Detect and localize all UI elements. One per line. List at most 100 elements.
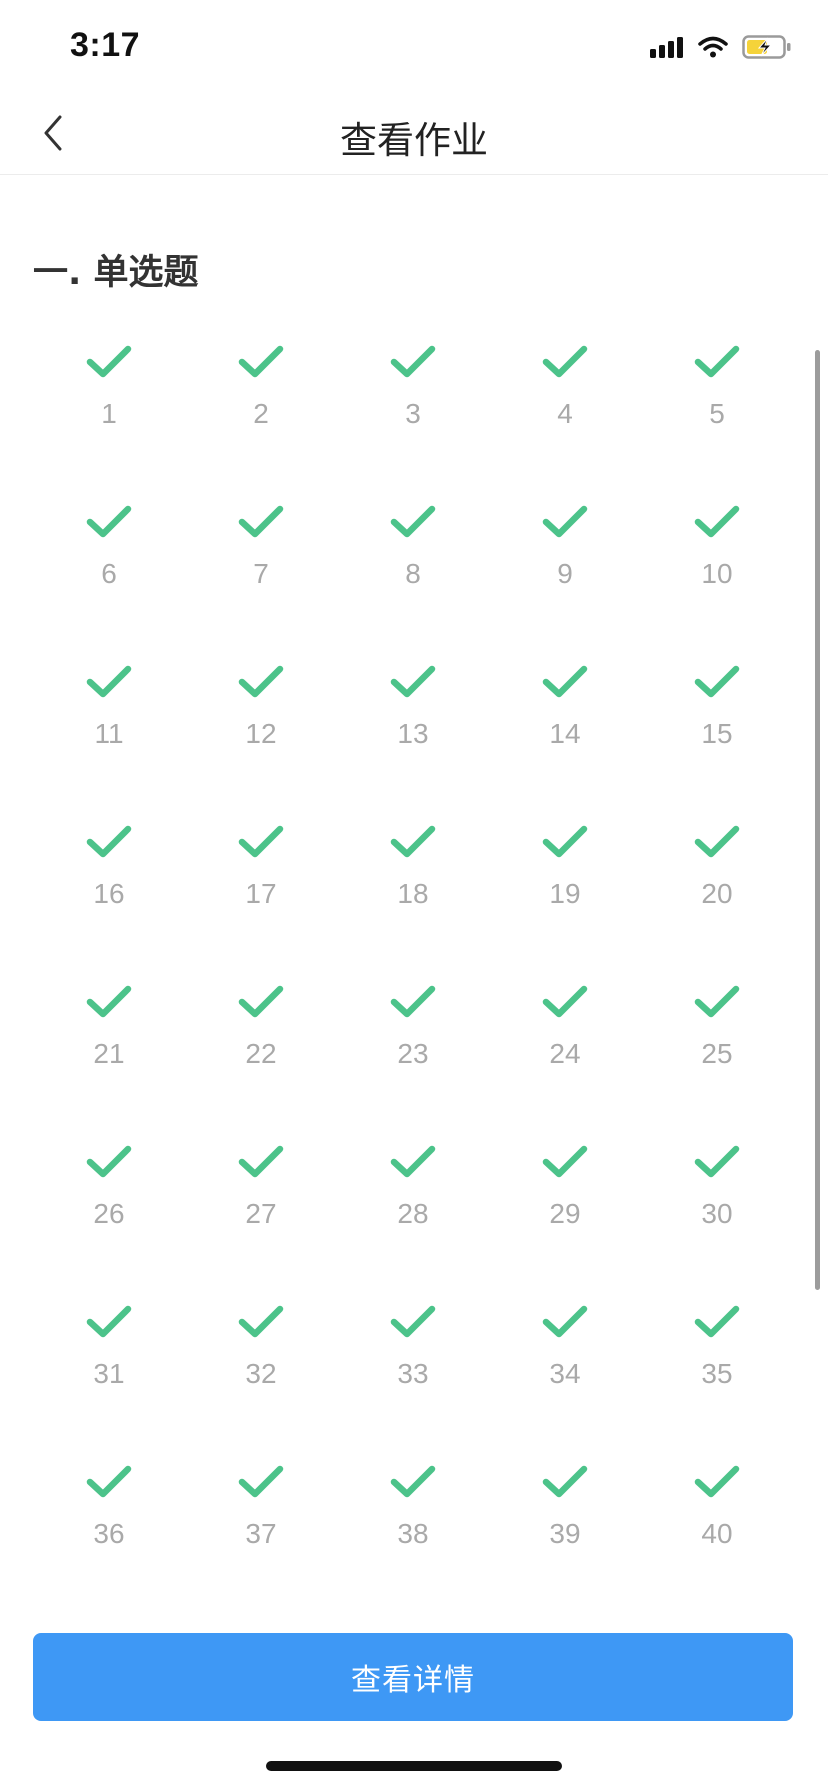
status-time: 3:17 bbox=[70, 26, 141, 64]
question-item[interactable]: 5 bbox=[641, 328, 793, 488]
battery-charging-icon bbox=[742, 35, 792, 63]
question-item[interactable]: 12 bbox=[185, 648, 337, 808]
view-details-button[interactable]: 查看详情 bbox=[33, 1633, 793, 1721]
question-item[interactable]: 14 bbox=[489, 648, 641, 808]
question-number: 17 bbox=[245, 878, 277, 909]
question-item[interactable]: 28 bbox=[337, 1128, 489, 1288]
question-item[interactable]: 35 bbox=[641, 1288, 793, 1448]
scrollbar[interactable] bbox=[815, 350, 820, 1290]
question-item[interactable]: 10 bbox=[641, 488, 793, 648]
question-item[interactable]: 24 bbox=[489, 968, 641, 1128]
checkmark-icon bbox=[541, 488, 589, 546]
cellular-signal-icon bbox=[650, 36, 684, 62]
checkmark-icon bbox=[389, 648, 437, 706]
question-item[interactable]: 4 bbox=[489, 328, 641, 488]
status-bar: 3:17 bbox=[0, 0, 828, 96]
checkmark-icon bbox=[237, 1448, 285, 1506]
checkmark-icon bbox=[389, 328, 437, 386]
checkmark-icon bbox=[237, 1128, 285, 1186]
checkmark-icon bbox=[237, 968, 285, 1026]
question-number: 29 bbox=[549, 1198, 581, 1229]
question-item[interactable]: 36 bbox=[33, 1448, 185, 1608]
question-grid: 1 2 3 4 5 6 7 8 9 10 11 12 13 14 15 16 17 18 19 20 21 22 23 24 2… bbox=[33, 328, 793, 1608]
question-item[interactable]: 34 bbox=[489, 1288, 641, 1448]
question-number: 23 bbox=[397, 1038, 429, 1069]
checkmark-icon bbox=[85, 648, 133, 706]
question-item[interactable]: 26 bbox=[33, 1128, 185, 1288]
question-item[interactable]: 32 bbox=[185, 1288, 337, 1448]
checkmark-icon bbox=[389, 1448, 437, 1506]
checkmark-icon bbox=[85, 968, 133, 1026]
question-item[interactable]: 38 bbox=[337, 1448, 489, 1608]
question-item[interactable]: 16 bbox=[33, 808, 185, 968]
question-number: 1 bbox=[101, 398, 117, 429]
question-number: 25 bbox=[701, 1038, 733, 1069]
question-item[interactable]: 33 bbox=[337, 1288, 489, 1448]
question-number: 8 bbox=[405, 558, 421, 589]
checkmark-icon bbox=[85, 328, 133, 386]
question-number: 18 bbox=[397, 878, 429, 909]
question-number: 35 bbox=[701, 1358, 733, 1389]
checkmark-icon bbox=[541, 1128, 589, 1186]
question-item[interactable]: 29 bbox=[489, 1128, 641, 1288]
question-number: 7 bbox=[253, 558, 269, 589]
question-number: 36 bbox=[93, 1518, 125, 1549]
question-number: 31 bbox=[93, 1358, 125, 1389]
question-number: 4 bbox=[557, 398, 573, 429]
question-number: 27 bbox=[245, 1198, 277, 1229]
question-number: 28 bbox=[397, 1198, 429, 1229]
checkmark-icon bbox=[85, 1448, 133, 1506]
question-item[interactable]: 22 bbox=[185, 968, 337, 1128]
checkmark-icon bbox=[389, 808, 437, 866]
question-number: 22 bbox=[245, 1038, 277, 1069]
checkmark-icon bbox=[541, 1448, 589, 1506]
checkmark-icon bbox=[541, 328, 589, 386]
question-item[interactable]: 19 bbox=[489, 808, 641, 968]
question-item[interactable]: 7 bbox=[185, 488, 337, 648]
question-number: 26 bbox=[93, 1198, 125, 1229]
question-item[interactable]: 11 bbox=[33, 648, 185, 808]
question-item[interactable]: 3 bbox=[337, 328, 489, 488]
question-item[interactable]: 31 bbox=[33, 1288, 185, 1448]
question-item[interactable]: 21 bbox=[33, 968, 185, 1128]
question-number: 5 bbox=[709, 398, 725, 429]
question-number: 6 bbox=[101, 558, 117, 589]
question-item[interactable]: 40 bbox=[641, 1448, 793, 1608]
question-item[interactable]: 2 bbox=[185, 328, 337, 488]
checkmark-icon bbox=[389, 1288, 437, 1346]
nav-bar: 查看作业 bbox=[0, 96, 828, 175]
question-item[interactable]: 6 bbox=[33, 488, 185, 648]
question-number: 10 bbox=[701, 558, 733, 589]
question-number: 3 bbox=[405, 398, 421, 429]
question-number: 34 bbox=[549, 1358, 581, 1389]
checkmark-icon bbox=[693, 1448, 741, 1506]
question-number: 24 bbox=[549, 1038, 581, 1069]
question-item[interactable]: 9 bbox=[489, 488, 641, 648]
section-title: 一. 单选题 bbox=[33, 253, 199, 293]
question-item[interactable]: 25 bbox=[641, 968, 793, 1128]
question-item[interactable]: 27 bbox=[185, 1128, 337, 1288]
checkmark-icon bbox=[693, 488, 741, 546]
question-item[interactable]: 30 bbox=[641, 1128, 793, 1288]
question-item[interactable]: 37 bbox=[185, 1448, 337, 1608]
checkmark-icon bbox=[693, 808, 741, 866]
checkmark-icon bbox=[693, 648, 741, 706]
question-item[interactable]: 1 bbox=[33, 328, 185, 488]
question-number: 9 bbox=[557, 558, 573, 589]
page-title: 查看作业 bbox=[340, 119, 488, 162]
question-number: 2 bbox=[253, 398, 269, 429]
checkmark-icon bbox=[693, 1128, 741, 1186]
question-item[interactable]: 23 bbox=[337, 968, 489, 1128]
question-item[interactable]: 18 bbox=[337, 808, 489, 968]
question-item[interactable]: 13 bbox=[337, 648, 489, 808]
question-item[interactable]: 15 bbox=[641, 648, 793, 808]
checkmark-icon bbox=[237, 328, 285, 386]
checkmark-icon bbox=[541, 968, 589, 1026]
question-item[interactable]: 20 bbox=[641, 808, 793, 968]
question-number: 21 bbox=[93, 1038, 125, 1069]
question-item[interactable]: 39 bbox=[489, 1448, 641, 1608]
question-item[interactable]: 17 bbox=[185, 808, 337, 968]
question-item[interactable]: 8 bbox=[337, 488, 489, 648]
question-number: 37 bbox=[245, 1518, 277, 1549]
checkmark-icon bbox=[237, 1288, 285, 1346]
